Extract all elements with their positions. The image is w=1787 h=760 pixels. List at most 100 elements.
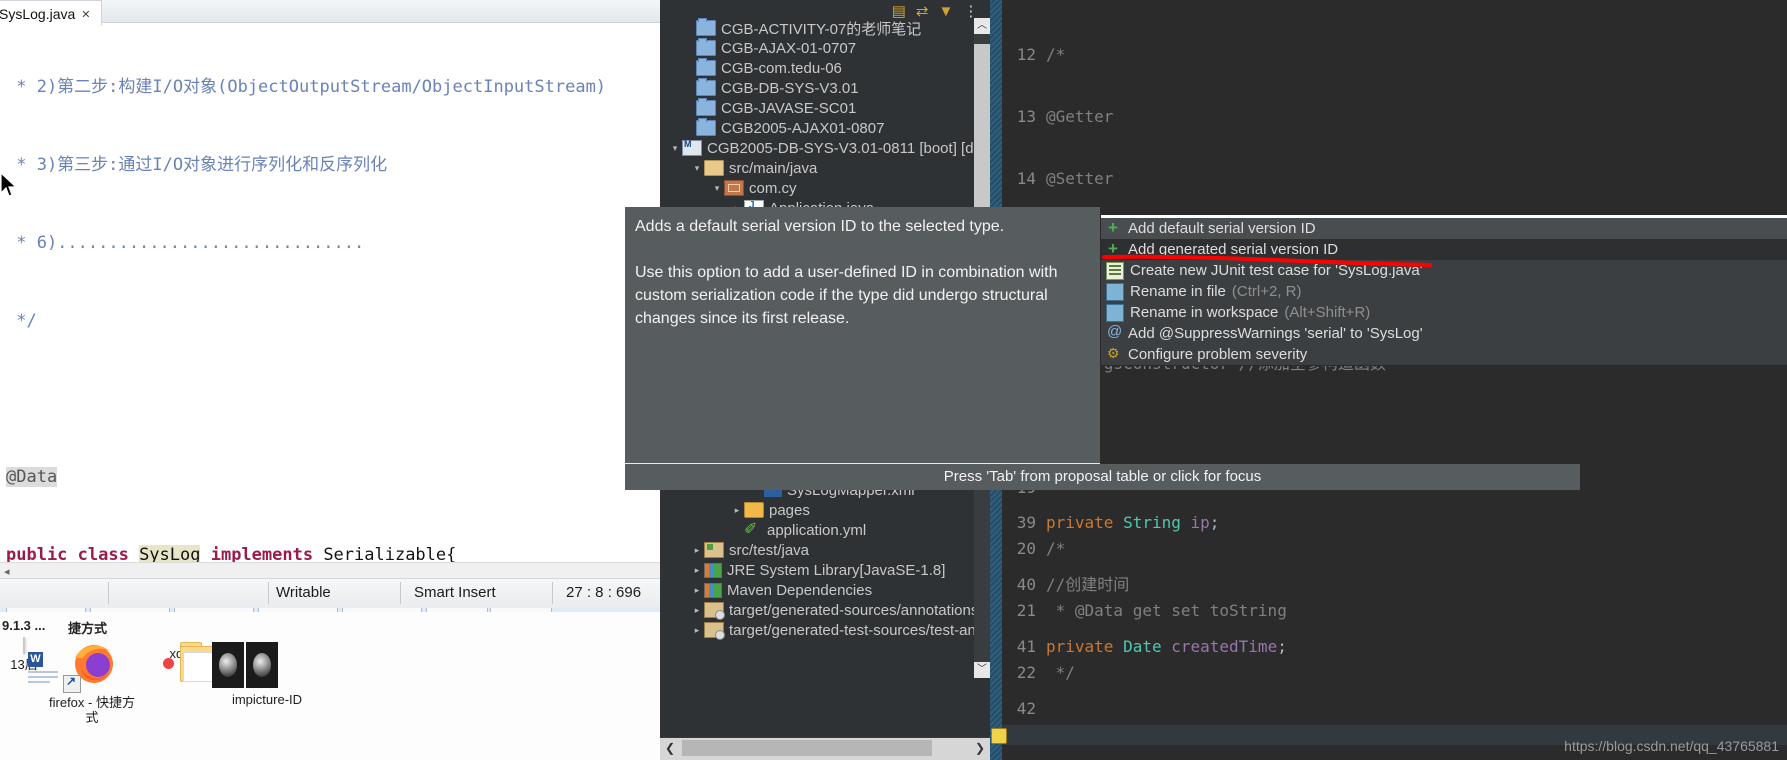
twisty-icon[interactable]: ▸ (730, 505, 744, 516)
maven-project-icon (682, 139, 702, 156)
scroll-right-icon[interactable]: ❯ (972, 740, 988, 756)
twisty-icon[interactable]: ▸ (690, 585, 704, 596)
tooltip-paragraph-1: Adds a default serial version ID to the … (635, 218, 1005, 235)
view-menu-icon[interactable]: ⋮ (963, 4, 978, 19)
twisty-icon[interactable]: ▸ (690, 545, 704, 556)
menu-item-add-default-serial-version-id[interactable]: Add default serial version ID (1101, 218, 1787, 239)
code-line: * 2)第二步:构建I/O对象(ObjectOutputStream/Objec… (6, 77, 607, 97)
code-line: * 6).............................. (6, 233, 365, 253)
generated-folder-icon (704, 622, 725, 640)
tree-item[interactable]: CGB-DB-SYS-V3.01 (660, 78, 970, 98)
tooltip-paragraph-2: Use this option to add a user-defined ID… (635, 264, 1058, 327)
desktop-icon-firefox[interactable]: firefox - 快捷方式 (46, 638, 138, 725)
menu-item-label: Add @SuppressWarnings 'serial' to 'SysLo… (1128, 325, 1423, 342)
taskbar-label-strip: 9.1.3 ... 捷方式 (0, 612, 760, 640)
plus-icon (1106, 239, 1122, 259)
library-icon (704, 583, 722, 598)
code-line: * 3)第三步:通过I/O对象进行序列化和反序列化 (6, 155, 388, 175)
scrollbar-thumb[interactable] (682, 740, 932, 756)
menu-item-label: Add default serial version ID (1128, 220, 1316, 237)
screen-root: 9.1.3 ... 捷方式 W 13后 ↗ firefox - 快捷方式 imp… (0, 0, 1787, 760)
status-writable: Writable (276, 584, 331, 601)
code-line: 40//创建时间 (1016, 574, 1130, 594)
status-cursor-position: 27 : 8 : 696 (566, 584, 642, 601)
project-tree-lower[interactable]: SysLogMapper.xml ▸pages application.yml … (660, 480, 981, 640)
menu-item-label: Create new JUnit test case for 'SysLog.j… (1130, 262, 1423, 279)
rename-icon (1106, 282, 1124, 301)
left-editor-code[interactable]: * 2)第二步:构建I/O对象(ObjectOutputStream/Objec… (0, 22, 660, 565)
menu-top-border (1101, 215, 1787, 218)
menu-item-configure-problem-severity[interactable]: Configure problem severity (1101, 344, 1787, 365)
menu-item-shortcut: (Alt+Shift+R) (1284, 304, 1371, 321)
tree-item-project[interactable]: ▾CGB2005-DB-SYS-V3.01-0811 [boot] [devt (660, 138, 990, 158)
menu-item-add-generated-serial-version-id[interactable]: Add generated serial version ID (1101, 239, 1787, 260)
code-line: 18*/ (1002, 416, 1787, 437)
menu-item-create-junit-test-case[interactable]: Create new JUnit test case for 'SysLog.j… (1101, 260, 1787, 281)
scroll-left-icon[interactable]: ❮ (662, 740, 678, 756)
tree-item[interactable]: CGB-ACTIVITY-07的老师笔记 (660, 18, 970, 38)
desktop-icon-image[interactable]: impicture-ID (212, 642, 322, 707)
jre-version-label: [JavaSE-1.8] (859, 561, 946, 579)
close-icon[interactable]: ✕ (81, 8, 90, 21)
editor-horizontal-scrollbar[interactable]: ◂ (0, 562, 660, 579)
left-editor-window: SysLog.java ✕ * 2)第二步:构建I/O对象(ObjectOutp… (0, 0, 660, 608)
tree-item-package[interactable]: ▾ com.cy (660, 178, 970, 198)
tooltip-footer-hint: Press 'Tab' from proposal table or click… (625, 464, 1580, 490)
tree-item[interactable]: CGB-com.tedu-06 (660, 58, 970, 78)
menu-item-label: Configure problem severity (1128, 346, 1308, 363)
folder-blue-icon (696, 58, 716, 76)
status-insert-mode: Smart Insert (414, 584, 496, 601)
plus-icon (1106, 218, 1122, 238)
collapse-all-icon[interactable]: ▤ (892, 4, 906, 19)
twisty-expanded-icon[interactable]: ▾ (690, 163, 704, 174)
code-line: 13 @Getter (1016, 106, 1114, 126)
shortcut-overlay-icon (63, 674, 81, 693)
menu-item-rename-in-workspace[interactable]: Rename in workspace (Alt+Shift+R) (1101, 302, 1787, 323)
scroll-down-icon[interactable]: ﹀ (974, 662, 990, 678)
link-with-editor-icon[interactable]: ⇄ (916, 4, 929, 19)
twisty-icon[interactable]: ▸ (690, 565, 704, 576)
tree-item[interactable]: CGB2005-AJAX01-0807 (660, 118, 970, 138)
tree-item[interactable]: CGB-AJAX-01-0707 (660, 38, 970, 58)
menu-item-label: Add generated serial version ID (1128, 241, 1339, 258)
folder-blue-icon (696, 98, 716, 116)
editor-tab-bar: SysLog.java ✕ (0, 0, 660, 26)
folder-blue-icon (696, 78, 716, 96)
tree-item-src-main-java[interactable]: ▾ src/main/java (660, 158, 970, 178)
tree-item-application-yml[interactable]: application.yml (660, 519, 970, 540)
tree-item-generated-sources[interactable]: ▸ target/generated-sources/annotations (660, 600, 978, 620)
view-filter-icon[interactable]: ▼ (938, 4, 953, 19)
image-thumbnail-icon (212, 642, 322, 688)
twisty-icon[interactable]: ▸ (690, 625, 704, 636)
tree-item-jre-system-library[interactable]: ▸ JRE System Library [JavaSE-1.8] (660, 560, 970, 580)
code-line: 39 private String ip; (1016, 513, 1220, 533)
folder-blue-icon (696, 118, 716, 136)
yml-file-icon (744, 519, 762, 539)
source-folder-icon (704, 160, 724, 176)
twisty-expanded-icon[interactable]: ▾ (710, 183, 724, 194)
tree-item-maven-dependencies[interactable]: ▸ Maven Dependencies (660, 580, 970, 600)
code-line: */ (6, 311, 37, 331)
tree-item[interactable]: CGB-JAVASE-SC01 (660, 98, 970, 118)
right-editor-code-bottom[interactable]: 39 private String ip; 40//创建时间 41 private … (1002, 472, 1787, 760)
menu-item-rename-in-file[interactable]: Rename in file (Ctrl+2, R) (1101, 281, 1787, 302)
twisty-icon[interactable]: ▸ (690, 605, 704, 616)
project-tree[interactable]: CGB-ACTIVITY-07的老师笔记 CGB-AJAX-01-0707 CG… (660, 18, 990, 218)
twisty-expanded-icon[interactable]: ▾ (668, 143, 682, 154)
test-source-folder-icon (704, 542, 724, 558)
code-line: 41 private Date createdTime; (1016, 636, 1287, 656)
editor-status-bar: Writable Smart Insert 27 : 8 : 696 (0, 578, 660, 608)
tab-label: SysLog.java (0, 6, 76, 22)
menu-item-add-suppresswarnings[interactable]: Add @SuppressWarnings 'serial' to 'SysLo… (1101, 323, 1787, 344)
tree-item-generated-test-sources[interactable]: ▸ target/generated-test-sources/test-anr (660, 620, 981, 640)
desktop-icon-label: firefox - 快捷方式 (49, 695, 135, 725)
explorer-horizontal-scrollbar[interactable]: ❮ ❯ (660, 737, 990, 760)
tree-item-src-test-java[interactable]: ▸ src/test/java (660, 540, 970, 560)
scroll-up-icon[interactable]: ︿ (974, 18, 990, 34)
quickfix-proposal-menu[interactable]: Add default serial version ID Add genera… (1100, 215, 1787, 366)
scroll-left-icon[interactable]: ◂ (4, 565, 10, 578)
suppress-warning-icon (1106, 323, 1122, 342)
library-icon (704, 563, 722, 578)
tree-item-pages[interactable]: ▸ pages (660, 500, 970, 520)
